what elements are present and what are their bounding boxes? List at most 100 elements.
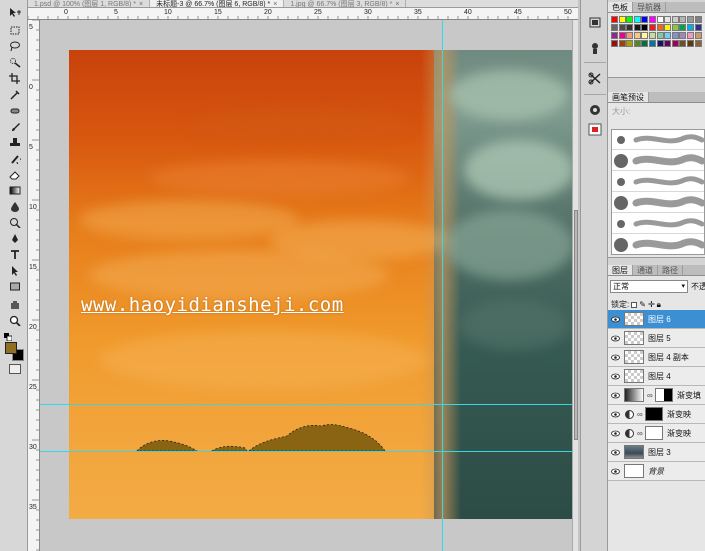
lock-transparency-icon[interactable] [631, 301, 638, 308]
pen-icon[interactable] [6, 232, 24, 244]
path-select-icon[interactable] [6, 264, 24, 276]
actions-panel-icon[interactable] [586, 40, 604, 56]
color-swatch[interactable] [633, 32, 641, 39]
lock-brush-icon[interactable]: ✎ [639, 300, 646, 309]
color-swatch[interactable] [641, 40, 649, 47]
color-swatch[interactable] [679, 24, 687, 31]
brush-preset[interactable] [612, 214, 704, 234]
lock-position-icon[interactable]: ✛ [648, 300, 655, 309]
eye-icon[interactable] [610, 333, 620, 343]
color-swatch[interactable] [626, 40, 634, 47]
color-swatch[interactable] [633, 40, 641, 47]
color-swatch[interactable] [611, 40, 618, 47]
color-swatch[interactable] [649, 24, 656, 31]
color-swatch[interactable] [618, 24, 626, 31]
color-swatch[interactable] [687, 16, 694, 23]
layer-row[interactable]: 图层 4 副本 [608, 348, 705, 367]
color-swatch[interactable] [687, 40, 694, 47]
color-swatch[interactable] [618, 16, 626, 23]
default-colors-icon[interactable] [4, 333, 13, 342]
panel-tab[interactable]: 画笔预设 [608, 92, 649, 102]
eye-icon[interactable] [610, 371, 620, 381]
lock-all-icon[interactable]: 🔒︎ [657, 300, 661, 310]
color-swatch[interactable] [656, 24, 664, 31]
color-swatch[interactable] [664, 32, 672, 39]
scrollbar-thumb[interactable] [574, 210, 578, 440]
vertical-ruler[interactable]: 5 0 5 10 15 20 25 30 35 [28, 20, 40, 551]
color-swatch[interactable] [641, 24, 649, 31]
canvas-vertical-scrollbar[interactable] [572, 20, 578, 551]
color-swatch[interactable] [656, 16, 664, 23]
color-swatch[interactable] [633, 24, 641, 31]
blur-icon[interactable] [6, 200, 24, 212]
link-icon[interactable]: ∞ [647, 391, 653, 400]
lasso-icon[interactable] [6, 40, 24, 52]
layer-row[interactable]: ∞ 渐变填 [608, 386, 705, 405]
color-swatch[interactable] [641, 32, 649, 39]
panel-tab[interactable]: 导航器 [633, 2, 666, 12]
color-swatch[interactable] [641, 16, 649, 23]
foreground-color-swatch[interactable] [5, 342, 17, 354]
guide-horizontal[interactable] [40, 404, 578, 405]
brush-icon[interactable] [6, 120, 24, 132]
type-icon[interactable] [6, 248, 24, 260]
color-swatch[interactable] [687, 24, 694, 31]
eye-icon[interactable] [610, 314, 620, 324]
color-swatch[interactable] [671, 24, 679, 31]
link-icon[interactable]: ∞ [637, 410, 643, 419]
healing-brush-icon[interactable] [6, 104, 24, 116]
gradient-icon[interactable] [6, 184, 24, 196]
document-tab[interactable]: 1.psd @ 100% (图层 1, RGB/8) * × [28, 0, 151, 8]
color-swatch[interactable] [664, 16, 672, 23]
history-brush-icon[interactable] [6, 152, 24, 164]
document-tab[interactable]: 1.jpg @ 66.7% (图层 3, RGB/8) * × [284, 0, 407, 8]
eyedropper-icon[interactable] [6, 88, 24, 100]
blend-mode-select[interactable]: 正常 ▾ [610, 280, 688, 293]
eye-icon[interactable] [610, 447, 620, 457]
crop-icon[interactable] [6, 72, 24, 84]
eye-icon[interactable] [610, 390, 620, 400]
close-icon[interactable]: × [139, 1, 143, 8]
color-swatch[interactable] [626, 16, 634, 23]
color-swatch[interactable] [694, 24, 702, 31]
close-icon[interactable]: × [273, 1, 277, 8]
layer-mask-thumbnail[interactable] [645, 426, 663, 440]
eye-icon[interactable] [610, 352, 620, 362]
layer-row[interactable]: ∞ 渐变映 [608, 424, 705, 443]
brush-preset[interactable] [612, 193, 704, 213]
panel-tab[interactable]: 通道 [633, 265, 658, 275]
color-swatch[interactable] [618, 40, 626, 47]
color-swatch[interactable] [611, 32, 618, 39]
color-swatch[interactable] [611, 24, 618, 31]
quick-mask-icon[interactable] [9, 364, 21, 374]
color-swatch[interactable] [671, 40, 679, 47]
document-canvas[interactable]: www.haoyidiansheji.com [69, 50, 572, 519]
layer-row[interactable]: 图层 5 [608, 329, 705, 348]
layer-row[interactable]: 图层 3 [608, 443, 705, 462]
canvas-workspace[interactable]: www.haoyidiansheji.com [40, 20, 578, 551]
layer-row[interactable]: 背景 [608, 462, 705, 481]
color-swatch[interactable] [679, 32, 687, 39]
move-icon[interactable] [6, 6, 24, 18]
tool-presets-icon[interactable] [586, 70, 604, 86]
color-swatch[interactable] [656, 40, 664, 47]
brush-preset[interactable] [612, 172, 704, 192]
close-icon[interactable]: × [395, 1, 399, 8]
guide-horizontal[interactable] [40, 451, 578, 452]
layer-row[interactable]: ∞ 渐变映 [608, 405, 705, 424]
color-swatch[interactable] [694, 16, 702, 23]
color-swatch[interactable] [649, 16, 656, 23]
color-swatch[interactable] [679, 16, 687, 23]
panel-tab[interactable]: 路径 [658, 265, 683, 275]
shape-icon[interactable] [6, 280, 24, 292]
panel-tab[interactable]: 色板 [608, 2, 633, 12]
color-swatch[interactable] [626, 24, 634, 31]
document-tab[interactable]: 未标题-3 @ 66.7% (图层 6, RGB/8) * × [150, 0, 285, 8]
color-swatch[interactable] [618, 32, 626, 39]
brush-preset[interactable] [612, 235, 704, 254]
eye-icon[interactable] [610, 428, 620, 438]
color-swatch[interactable] [694, 40, 702, 47]
horizontal-ruler[interactable]: 0 5 10 15 20 25 30 35 40 45 50 [28, 8, 578, 20]
marquee-icon[interactable] [6, 24, 24, 36]
link-icon[interactable]: ∞ [637, 429, 643, 438]
